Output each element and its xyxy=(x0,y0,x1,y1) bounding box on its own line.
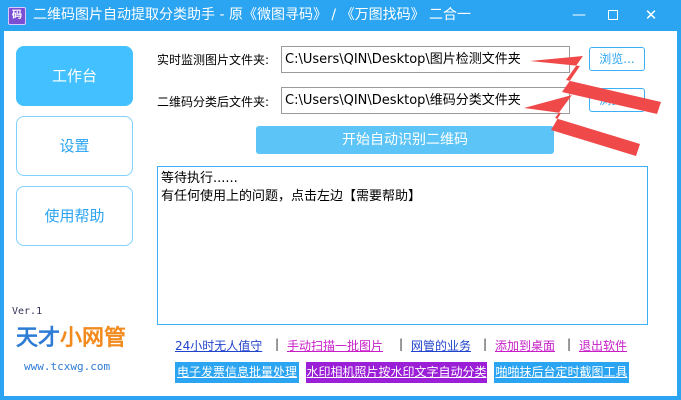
maximize-icon xyxy=(608,10,618,20)
tool-timed-screenshot[interactable]: 啪啪抹后台定时截图工具 xyxy=(494,362,629,383)
output-folder-input[interactable]: C:\Users\QIN\Desktop\维码分类文件夹 xyxy=(281,87,570,114)
log-line: 等待执行...... xyxy=(161,171,238,186)
version-label: Ver.1 xyxy=(12,306,43,317)
maximize-button[interactable] xyxy=(596,0,630,31)
logo-text-secondary: 小网管 xyxy=(60,326,127,351)
title-bar: 码 二维码图片自动提取分类助手 - 原《微图寻码》 / 《万图找码》 二合一 —… xyxy=(0,0,681,31)
close-button[interactable]: ✕ xyxy=(634,0,668,31)
app-icon: 码 xyxy=(8,7,26,25)
link-admin-business[interactable]: 网管的业务 xyxy=(411,337,471,354)
log-textarea[interactable]: 等待执行...... 有任何使用上的问题，点击左边【需要帮助】 xyxy=(157,166,648,325)
output-browse-button[interactable]: 浏览... xyxy=(589,88,645,112)
link-separator: | xyxy=(275,337,280,351)
monitor-browse-button[interactable]: 浏览... xyxy=(589,47,645,71)
log-line: 有任何使用上的问题，点击左边【需要帮助】 xyxy=(161,189,422,204)
start-recognition-button[interactable]: 开始自动识别二维码 xyxy=(256,126,554,154)
tool-invoice-batch[interactable]: 电子发票信息批量处理 xyxy=(175,362,299,383)
minimize-button[interactable]: — xyxy=(562,0,596,31)
monitor-folder-input[interactable]: C:\Users\QIN\Desktop\图片检测文件夹 xyxy=(281,46,570,73)
brand-logo[interactable]: 天才小网管 xyxy=(16,325,126,353)
quick-links: 24小时无人值守 | 手动扫描一批图片 | 网管的业务 | 添加到桌面 | 退出… xyxy=(175,337,645,355)
tool-watermark-classify[interactable]: 水印相机照片按水印文字自动分类 xyxy=(306,362,487,383)
window-title: 二维码图片自动提取分类助手 - 原《微图寻码》 / 《万图找码》 二合一 xyxy=(33,7,472,23)
window-frame-left xyxy=(0,31,4,400)
link-manual-scan[interactable]: 手动扫描一批图片 xyxy=(287,337,383,354)
monitor-folder-label: 实时监测图片文件夹: xyxy=(157,53,270,67)
link-unattended[interactable]: 24小时无人值守 xyxy=(175,337,262,354)
logo-text-primary: 天才 xyxy=(16,326,61,351)
link-separator: | xyxy=(483,337,488,351)
sidebar-item-workbench[interactable]: 工作台 xyxy=(16,46,133,106)
sidebar-item-help[interactable]: 使用帮助 xyxy=(16,186,133,246)
link-add-to-desktop[interactable]: 添加到桌面 xyxy=(495,337,555,354)
link-separator: | xyxy=(399,337,404,351)
sidebar-item-settings[interactable]: 设置 xyxy=(16,116,133,176)
window-frame-right xyxy=(677,31,681,400)
logo-url: www.tcxwg.com xyxy=(24,360,111,373)
window-frame-bottom xyxy=(0,396,681,400)
link-exit[interactable]: 退出软件 xyxy=(579,337,627,354)
output-folder-label: 二维码分类后文件夹: xyxy=(157,95,270,109)
link-separator: | xyxy=(567,337,572,351)
